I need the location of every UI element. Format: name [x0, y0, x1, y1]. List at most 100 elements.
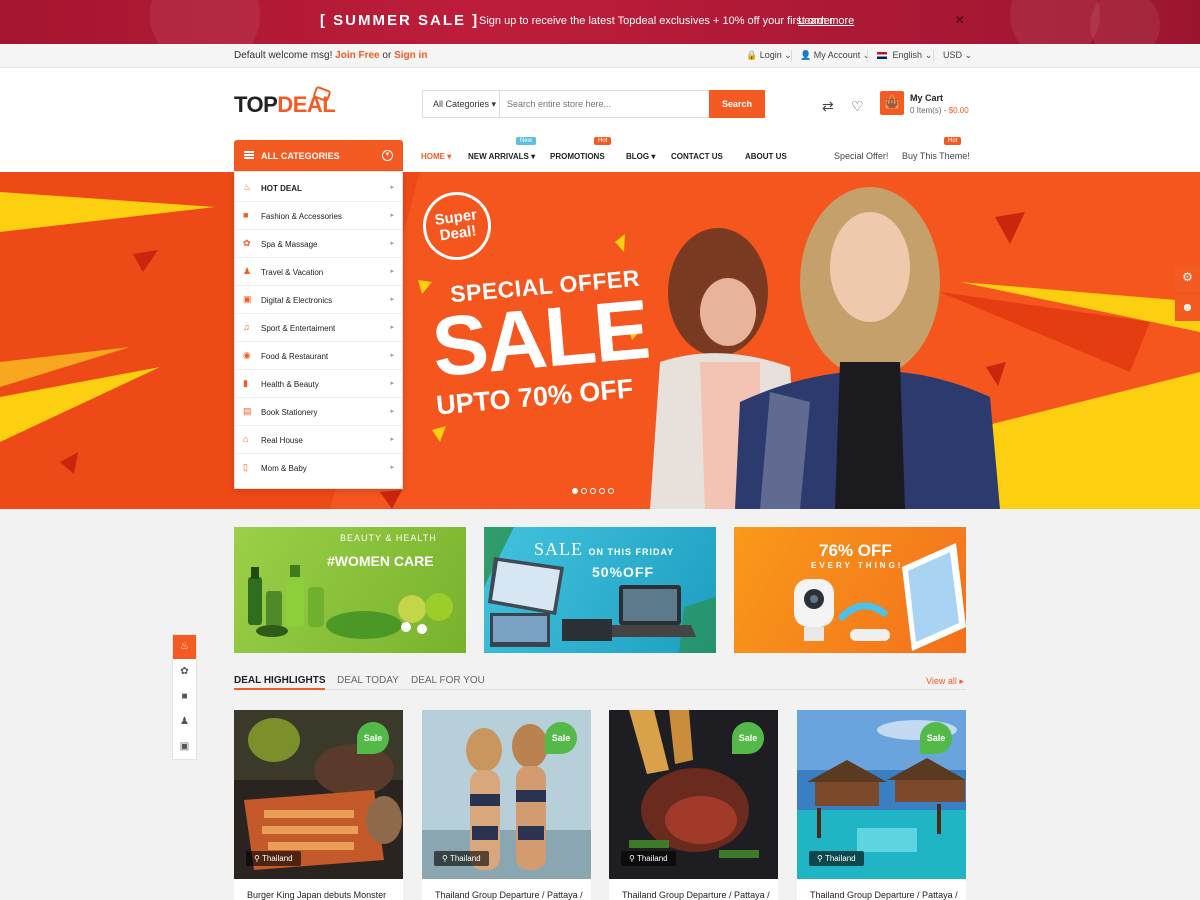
location-tag: ⚲ Thailand [809, 851, 864, 866]
chevron-right-icon: ▸ [390, 464, 394, 471]
chevron-down-circle-icon: ▼ [382, 150, 393, 161]
gear-icon[interactable]: ⚙ [1175, 265, 1200, 291]
learn-more-link[interactable]: Learn more [798, 15, 854, 27]
location-label: Thailand [449, 854, 481, 863]
sign-in-link[interactable]: Sign in [394, 50, 427, 61]
chevron-right-icon: ▸ [390, 240, 394, 247]
login-dropdown[interactable]: 🔒 Login ⌄ [746, 50, 792, 61]
banner-women-care[interactable]: BEAUTY & HEALTH #WOMEN CARE [234, 527, 466, 653]
divider [791, 50, 792, 62]
nav-blog-label: BLOG [626, 152, 650, 161]
nav-contact-us[interactable]: CONTACT US [671, 152, 723, 161]
nav-promotions[interactable]: PROMOTIONS [550, 152, 605, 161]
walker-icon[interactable]: ♟ [173, 710, 196, 734]
deal-title[interactable]: Thailand Group Departure / Pattaya / [622, 890, 770, 900]
close-icon[interactable]: × [955, 12, 964, 30]
category-dropdown: ♨ HOT DEAL ▸ ■ Fashion & Accessories ▸ ✿ Spa … [234, 171, 403, 489]
category-item-hot-deal[interactable]: ♨ HOT DEAL ▸ [235, 174, 402, 202]
slider-dot[interactable] [581, 488, 587, 494]
nav-blog[interactable]: BLOG ▾ [626, 152, 655, 161]
floating-category-bar: ♨ ✿ ■ ♟ ▣ [172, 634, 197, 760]
language-dropdown[interactable]: English ⌄ [877, 50, 932, 61]
map-pin-icon: ⚲ [442, 854, 450, 863]
tabs-divider [234, 689, 966, 690]
tab-deal-highlights[interactable]: DEAL HIGHLIGHTS [234, 675, 326, 690]
all-categories-button[interactable]: ALL CATEGORIES ▼ [234, 140, 403, 171]
slider-dot[interactable] [572, 488, 578, 494]
category-item-travel[interactable]: ♟ Travel & Vacation ▸ [235, 258, 402, 286]
location-label: Thailand [261, 854, 293, 863]
category-item-digital[interactable]: ▣ Digital & Electronics ▸ [235, 286, 402, 314]
map-pin-icon: ⚲ [817, 854, 825, 863]
my-account-dropdown[interactable]: 👤 My Account ⌄ [800, 50, 870, 61]
category-item-house[interactable]: ⌂ Real House ▸ [235, 426, 402, 454]
deal-card[interactable]: Sale ⚲ Thailand Thailand Group Departure… [797, 710, 966, 900]
deal-card[interactable]: Sale ⚲ Thailand Thailand Group Departure… [422, 710, 591, 900]
or-text: or [382, 50, 392, 61]
category-item-book[interactable]: ▤ Book Stationery ▸ [235, 398, 402, 426]
user-icon: 👤 [800, 50, 812, 60]
tab-deal-for-you[interactable]: DEAL FOR YOU [411, 675, 485, 686]
shuffle-icon[interactable]: ⇄ [822, 98, 834, 115]
slider-dot[interactable] [590, 488, 596, 494]
deal-title[interactable]: Thailand Group Departure / Pattaya / [810, 890, 958, 900]
site-logo[interactable]: TOPDEAL [234, 85, 336, 118]
search-button[interactable]: Search [709, 90, 765, 118]
category-label: Real House [261, 436, 303, 445]
deal-title[interactable]: Thailand Group Departure / Pattaya / [435, 890, 583, 900]
category-label: Mom & Baby [261, 464, 307, 473]
burger-icon: ◉ [243, 350, 251, 360]
slider-dot[interactable] [599, 488, 605, 494]
lotus-icon[interactable]: ✿ [173, 660, 196, 684]
walker-icon: ♟ [243, 266, 252, 276]
category-item-spa[interactable]: ✿ Spa & Massage ▸ [235, 230, 402, 258]
deal-card[interactable]: Sale ⚲ Thailand Burger King Japan debuts… [234, 710, 403, 900]
banner-76-off[interactable]: 76% OFF EVERY THING! [734, 527, 966, 653]
category-item-fashion[interactable]: ■ Fashion & Accessories ▸ [235, 202, 402, 230]
cart-icon[interactable]: 👜 [880, 91, 904, 115]
divider [867, 50, 868, 62]
uk-flag-icon [877, 52, 887, 60]
user-icon[interactable]: ☻ [1175, 295, 1200, 321]
sale-badge: Sale [357, 722, 389, 754]
category-item-food[interactable]: ◉ Food & Restaurant ▸ [235, 342, 402, 370]
slider-dot[interactable] [608, 488, 614, 494]
special-offer-link[interactable]: Special Offer! [834, 151, 888, 161]
language-label: English [892, 50, 923, 60]
search-category-select[interactable]: All Categories ▾ [423, 91, 500, 117]
banner-friday-sale[interactable]: SALE ON THIS FRIDAY 50%OFF [484, 527, 716, 653]
view-all-link[interactable]: View all ▸ [926, 676, 964, 687]
promo-message: Sign up to receive the latest Topdeal ex… [479, 15, 834, 27]
location-label: Thailand [636, 854, 668, 863]
lotus-icon: ✿ [243, 238, 251, 248]
gadgets-illustration [794, 543, 966, 651]
menu-icon [244, 151, 254, 159]
caret-down-icon: ▾ [649, 152, 656, 161]
deal-card[interactable]: Sale ⚲ Thailand Thailand Group Departure… [609, 710, 778, 900]
nav-contact-label: CONTACT US [671, 152, 723, 161]
tab-deal-today[interactable]: DEAL TODAY [337, 675, 399, 686]
currency-dropdown[interactable]: USD ⌄ [943, 50, 972, 61]
shirt-icon[interactable]: ■ [173, 685, 196, 709]
search-input[interactable] [503, 91, 708, 117]
laptops-illustration [484, 527, 716, 653]
nav-home[interactable]: HOME ▾ [421, 152, 451, 161]
nav-new-arrivals[interactable]: NEW ARRIVALS ▾ [468, 152, 535, 161]
chevron-right-icon: ▸ [390, 408, 394, 415]
chevron-down-icon: ⌄ [924, 50, 933, 60]
my-account-label: My Account [813, 50, 861, 60]
caret-down-icon: ▾ [491, 99, 497, 109]
nav-about-us[interactable]: ABOUT US [745, 152, 787, 161]
category-item-health[interactable]: ▮ Health & Beauty ▸ [235, 370, 402, 398]
search-bar: All Categories ▾ Search [422, 90, 765, 118]
cart-total: $0.00 [948, 106, 969, 115]
deal-title[interactable]: Burger King Japan debuts Monster [247, 890, 386, 900]
category-item-mom-baby[interactable]: ▯ Mom & Baby ▸ [235, 454, 402, 482]
buy-theme-link[interactable]: Buy This Theme! [902, 151, 970, 161]
heart-icon[interactable]: ♡ [851, 98, 864, 115]
category-item-sport[interactable]: ♫ Sport & Entertaiment ▸ [235, 314, 402, 342]
laptop-icon[interactable]: ▣ [173, 735, 196, 759]
fire-icon[interactable]: ♨ [173, 635, 196, 659]
cart-title[interactable]: My Cart [910, 93, 943, 103]
join-free-link[interactable]: Join Free [335, 50, 379, 61]
